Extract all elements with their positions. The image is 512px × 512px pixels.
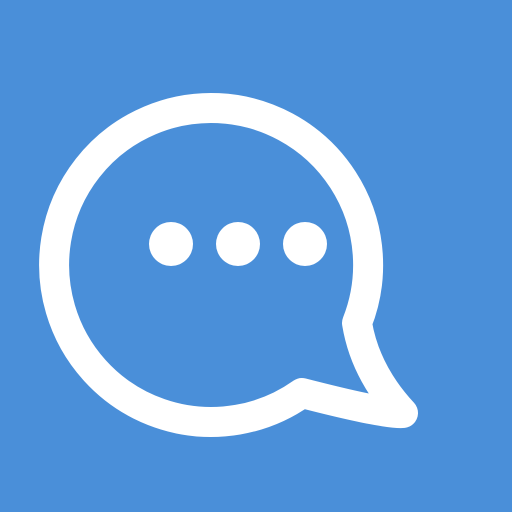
chat-app-icon[interactable]: [0, 0, 512, 512]
typing-dot-1: [149, 222, 193, 266]
typing-dot-2: [216, 222, 260, 266]
typing-dot-3: [283, 222, 327, 266]
chat-bubble-icon: [0, 0, 512, 512]
